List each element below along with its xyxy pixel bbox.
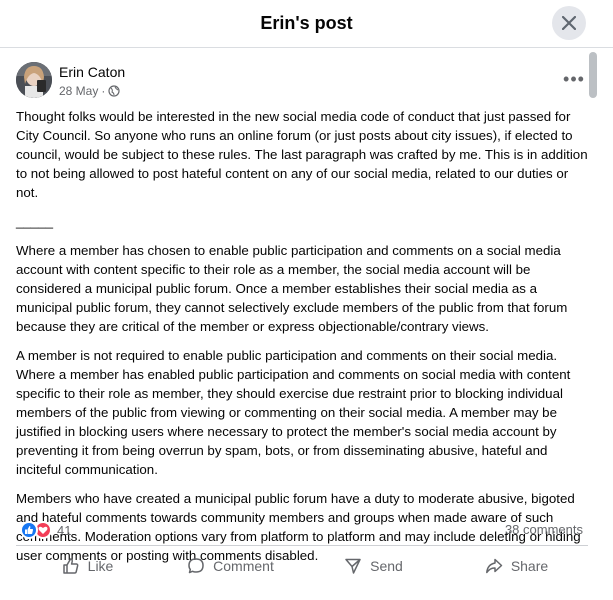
more-icon: ••• [563, 68, 585, 89]
like-button[interactable]: Like [16, 549, 159, 583]
post-paragraph: Thought folks would be interested in the… [16, 109, 588, 200]
share-button[interactable]: Share [445, 549, 588, 583]
close-button[interactable] [552, 6, 586, 40]
post-paragraph: A member is not required to enable publi… [16, 348, 571, 477]
like-icon [62, 558, 79, 574]
like-reaction-icon [20, 521, 38, 539]
comment-icon [188, 558, 204, 574]
comment-label: Comment [213, 558, 274, 574]
post-paragraph: Where a member has chosen to enable publ… [16, 243, 568, 334]
close-icon [562, 16, 576, 30]
more-options-button[interactable]: ••• [560, 68, 588, 90]
post-body: Thought folks would be interested in the… [16, 107, 590, 575]
text-divider: _____ [16, 214, 53, 229]
globe-icon [108, 85, 120, 97]
actions-divider [16, 545, 588, 546]
comment-button[interactable]: Comment [159, 549, 302, 583]
post-dialog-header: Erin's post [0, 0, 613, 48]
comments-count[interactable]: 38 comments [505, 522, 583, 537]
post-date[interactable]: 28 May [59, 84, 98, 98]
reactions-count[interactable]: 41 [57, 523, 71, 538]
share-label: Share [510, 558, 549, 574]
send-button[interactable]: Send [302, 549, 445, 583]
scrollbar[interactable] [589, 52, 597, 600]
meta-separator: · [101, 84, 106, 98]
author-avatar[interactable] [16, 62, 52, 98]
author-name[interactable]: Erin Caton [59, 64, 125, 80]
send-label: Send [370, 558, 403, 574]
share-icon [485, 558, 503, 574]
post-actions-bar: Like Comment Send Share [16, 549, 588, 583]
post-meta: 28 May · [59, 84, 120, 98]
like-label: Like [87, 558, 114, 574]
send-icon [345, 558, 361, 574]
reactions-summary[interactable]: 41 [20, 521, 71, 539]
scrollbar-thumb[interactable] [589, 52, 597, 98]
dialog-title: Erin's post [260, 13, 353, 33]
